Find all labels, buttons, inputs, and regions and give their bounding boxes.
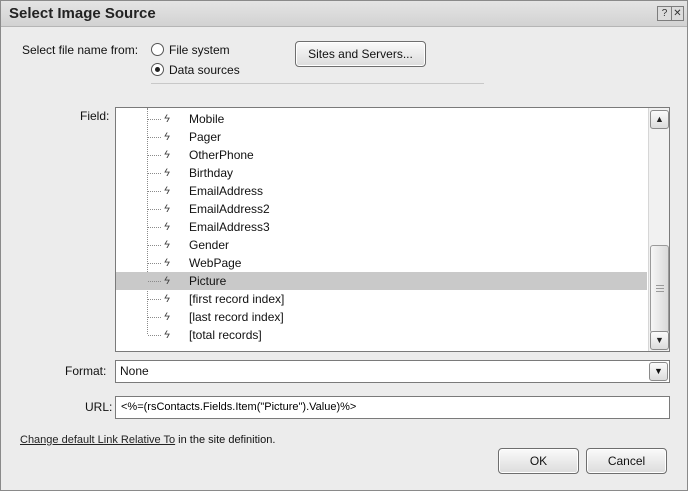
tree-branch <box>148 317 161 318</box>
lightning-bolt-icon: ϟ <box>164 329 170 341</box>
footer-note: Change default Link Relative To in the s… <box>20 434 275 446</box>
field-item-label: Birthday <box>189 166 234 180</box>
tree-branch <box>148 227 161 228</box>
lightning-bolt-icon: ϟ <box>164 275 170 287</box>
lightning-bolt-icon: ϟ <box>164 185 170 197</box>
lightning-bolt-icon: ϟ <box>164 149 170 161</box>
format-label: Format: <box>65 364 107 378</box>
tree-branch <box>148 119 161 120</box>
format-value: None <box>120 364 149 378</box>
field-item[interactable]: ϟ EmailAddress3 <box>116 218 647 236</box>
close-button[interactable]: ✕ <box>671 6 684 21</box>
field-item-label: [total records] <box>189 328 262 342</box>
ok-button[interactable]: OK <box>498 448 579 474</box>
field-item-label: EmailAddress3 <box>189 220 270 234</box>
field-label: Field: <box>80 109 110 123</box>
file-system-label[interactable]: File system <box>169 43 230 57</box>
lightning-bolt-icon: ϟ <box>164 239 170 251</box>
format-select[interactable]: None ▼ <box>115 360 670 383</box>
tree-branch <box>148 137 161 138</box>
field-item-label: EmailAddress2 <box>189 202 270 216</box>
lightning-bolt-icon: ϟ <box>164 311 170 323</box>
field-item-label: [last record index] <box>189 310 284 324</box>
field-item-label: Pager <box>189 130 222 144</box>
grip-line <box>656 285 664 286</box>
field-item-label: Picture <box>189 274 227 288</box>
field-item[interactable]: ϟ Picture <box>116 272 647 290</box>
field-item-label: Mobile <box>189 112 225 126</box>
scroll-down-arrow-icon[interactable]: ▼ <box>650 331 669 350</box>
tree-branch <box>148 173 161 174</box>
scroll-thumb[interactable] <box>650 245 669 333</box>
data-sources-radio[interactable] <box>151 63 164 76</box>
change-link-relative-link[interactable]: Change default Link Relative To <box>20 434 175 446</box>
lightning-bolt-icon: ϟ <box>164 131 170 143</box>
field-item[interactable]: ϟ [first record index] <box>116 290 647 308</box>
divider <box>151 83 484 84</box>
tree-branch <box>148 155 161 156</box>
lightning-bolt-icon: ϟ <box>164 257 170 269</box>
dialog-title: Select Image Source <box>9 5 156 22</box>
grip-line <box>656 291 664 292</box>
tree-branch <box>148 209 161 210</box>
url-field-box <box>115 396 670 419</box>
chevron-down-icon[interactable]: ▼ <box>649 362 668 381</box>
field-item-label: Gender <box>189 238 230 252</box>
title-bar: Select Image Source ? ✕ <box>1 1 687 27</box>
scroll-up-arrow-icon[interactable]: ▲ <box>650 110 669 129</box>
field-tree-list[interactable]: ϟ Mobile ϟ Pager ϟ OtherPhone ϟ Birthday ϟ EmailA… <box>115 107 670 352</box>
source-label: Select file name from: <box>22 43 139 57</box>
sites-and-servers-button[interactable]: Sites and Servers... <box>295 41 426 67</box>
field-list-scrollbar[interactable]: ▲ ▼ <box>648 108 669 351</box>
lightning-bolt-icon: ϟ <box>164 167 170 179</box>
field-item[interactable]: ϟ Gender <box>116 236 647 254</box>
lightning-bolt-icon: ϟ <box>164 293 170 305</box>
field-item[interactable]: ϟ WebPage <box>116 254 647 272</box>
field-item[interactable]: ϟ Pager <box>116 128 647 146</box>
lightning-bolt-icon: ϟ <box>164 203 170 215</box>
field-item[interactable]: ϟ EmailAddress2 <box>116 200 647 218</box>
field-item[interactable]: ϟ OtherPhone <box>116 146 647 164</box>
tree-branch <box>148 191 161 192</box>
file-system-radio[interactable] <box>151 43 164 56</box>
field-item[interactable]: ϟ [last record index] <box>116 308 647 326</box>
data-sources-label[interactable]: Data sources <box>169 63 240 77</box>
url-input[interactable] <box>118 398 669 415</box>
field-item-label: [first record index] <box>189 292 285 306</box>
field-item[interactable]: ϟ Mobile <box>116 110 647 128</box>
field-item[interactable]: ϟ Birthday <box>116 164 647 182</box>
tree-branch <box>148 245 161 246</box>
help-button[interactable]: ? <box>657 6 672 21</box>
grip-line <box>656 288 664 289</box>
select-image-source-dialog: Select Image Source ? ✕ Select file name… <box>0 0 688 491</box>
url-label: URL: <box>85 400 113 414</box>
field-item[interactable]: ϟ [total records] <box>116 326 647 344</box>
field-item-label: OtherPhone <box>189 148 254 162</box>
field-item-label: EmailAddress <box>189 184 264 198</box>
lightning-bolt-icon: ϟ <box>164 221 170 233</box>
tree-branch <box>148 299 161 300</box>
lightning-bolt-icon: ϟ <box>164 113 170 125</box>
tree-branch <box>148 263 161 264</box>
footer-suffix: in the site definition. <box>175 434 276 446</box>
field-item[interactable]: ϟ EmailAddress <box>116 182 647 200</box>
tree-branch <box>148 335 161 336</box>
field-item-label: WebPage <box>189 256 242 270</box>
tree-branch <box>148 281 161 282</box>
cancel-button[interactable]: Cancel <box>586 448 667 474</box>
